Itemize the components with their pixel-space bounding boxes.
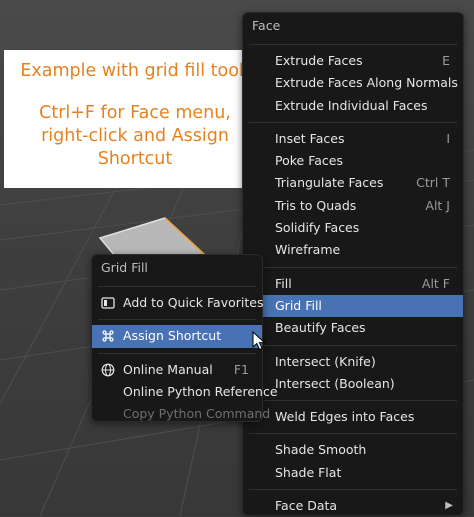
online-manual-item[interactable]: Online Manual F1 bbox=[92, 359, 262, 381]
online-python-reference-item[interactable]: Online Python Reference bbox=[92, 381, 278, 403]
submenu-arrow-icon: ▶ bbox=[445, 500, 453, 512]
menu-item-grid-fill[interactable]: Grid Fill bbox=[243, 294, 463, 318]
menu-item-intersect-knife[interactable]: Intersect (Knife) bbox=[243, 351, 463, 373]
menu-item-solidify-faces[interactable]: Solidify Faces bbox=[243, 217, 463, 239]
menu-item-label: Extrude Faces bbox=[275, 53, 363, 68]
menu-item-beautify-faces[interactable]: Beautify Faces bbox=[243, 317, 463, 339]
annotation-line: Shortcut bbox=[97, 149, 173, 169]
menu-divider bbox=[249, 344, 457, 346]
menu-item-label: Intersect (Knife) bbox=[275, 353, 376, 369]
menu-item-label: Grid Fill bbox=[275, 297, 322, 313]
menu-divider bbox=[98, 319, 256, 321]
shortcut-label: Alt J bbox=[425, 197, 450, 213]
menu-item-label: Copy Python Command bbox=[123, 406, 271, 422]
menu-item-label: Online Manual bbox=[123, 361, 213, 377]
menu-item-tris-to-quads[interactable]: Tris to Quads Alt J bbox=[243, 195, 463, 217]
menu-divider bbox=[249, 121, 457, 123]
menu-item-label: Inset Faces bbox=[275, 130, 345, 146]
menu-item-poke-faces[interactable]: Poke Faces bbox=[243, 150, 463, 172]
menu-item-shade-smooth[interactable]: Shade Smooth bbox=[243, 439, 463, 461]
copy-python-command-item: Copy Python Command bbox=[92, 403, 270, 425]
shortcut-label: I bbox=[446, 130, 450, 146]
menu-item-label: Triangulate Faces bbox=[275, 175, 384, 191]
menu-item-label: Tris to Quads bbox=[275, 197, 357, 213]
menu-item-label: Fill bbox=[275, 275, 292, 291]
menu-item-label: Wireframe bbox=[275, 242, 341, 258]
context-menu-title: Grid Fill bbox=[101, 260, 148, 275]
menu-divider bbox=[249, 489, 457, 491]
menu-item-extrude-faces-along-normals[interactable]: Extrude Faces Along Normals bbox=[243, 72, 463, 94]
face-menu: Face Extrude Faces E Extrude Faces Along … bbox=[242, 12, 464, 516]
menu-divider bbox=[249, 266, 457, 268]
menu-item-inset-faces[interactable]: Inset Faces I bbox=[243, 128, 463, 150]
quick-favorites-icon bbox=[101, 297, 115, 309]
shortcut-label: Alt F bbox=[421, 275, 450, 291]
menu-item-label: Weld Edges into Faces bbox=[275, 409, 415, 425]
menu-item-wireframe[interactable]: Wireframe bbox=[243, 239, 463, 261]
mouse-cursor-icon bbox=[252, 331, 266, 351]
menu-divider bbox=[249, 433, 457, 435]
context-menu: Grid Fill Add to Quick Favorites Assign … bbox=[91, 254, 278, 425]
menu-item-label: Online Python Reference bbox=[123, 383, 278, 399]
shortcut-label: E bbox=[442, 53, 450, 68]
annotation-line: Ctrl+F for Face menu, bbox=[39, 103, 231, 123]
menu-item-label: Poke Faces bbox=[275, 153, 343, 169]
annotation-line: Example with grid fill tool: bbox=[20, 61, 250, 81]
menu-divider bbox=[98, 286, 256, 287]
menu-item-face-data[interactable]: Face Data ▶ bbox=[243, 495, 463, 517]
annotation-line: right-click and Assign bbox=[41, 126, 229, 146]
menu-divider bbox=[249, 44, 457, 45]
menu-item-label: Intersect (Boolean) bbox=[275, 375, 395, 391]
menu-item-extrude-individual-faces[interactable]: Extrude Individual Faces bbox=[243, 95, 463, 117]
menu-item-label: Extrude Faces Along Normals bbox=[275, 75, 458, 91]
menu-item-extrude-faces[interactable]: Extrude Faces E bbox=[243, 50, 463, 72]
keyboard-command-icon bbox=[102, 330, 114, 342]
menu-item-label: Face Data bbox=[275, 498, 338, 514]
menu-divider bbox=[98, 352, 256, 354]
menu-item-fill[interactable]: Fill Alt F bbox=[243, 273, 463, 295]
face-menu-title: Face bbox=[252, 18, 281, 33]
menu-item-label: Shade Smooth bbox=[275, 442, 367, 458]
tutorial-annotation: Example with grid fill tool: Ctrl+F for … bbox=[4, 50, 266, 188]
menu-item-shade-flat[interactable]: Shade Flat bbox=[243, 462, 463, 484]
menu-item-triangulate-faces[interactable]: Triangulate Faces Ctrl T bbox=[243, 172, 463, 194]
menu-item-weld-edges-into-faces[interactable]: Weld Edges into Faces bbox=[243, 406, 463, 428]
menu-divider bbox=[249, 400, 457, 402]
menu-item-label: Beautify Faces bbox=[275, 320, 366, 336]
menu-item-label: Extrude Individual Faces bbox=[275, 97, 428, 113]
shortcut-label: Ctrl T bbox=[416, 175, 450, 191]
shortcut-label: F1 bbox=[233, 361, 249, 377]
menu-item-label: Assign Shortcut bbox=[123, 328, 222, 344]
menu-item-label: Shade Flat bbox=[275, 464, 342, 480]
add-to-quick-favorites-item[interactable]: Add to Quick Favorites bbox=[92, 292, 264, 314]
menu-item-label: Solidify Faces bbox=[275, 220, 360, 236]
menu-item-label: Add to Quick Favorites bbox=[123, 295, 264, 310]
globe-icon bbox=[101, 363, 115, 376]
assign-shortcut-item[interactable]: Assign Shortcut bbox=[92, 325, 262, 348]
